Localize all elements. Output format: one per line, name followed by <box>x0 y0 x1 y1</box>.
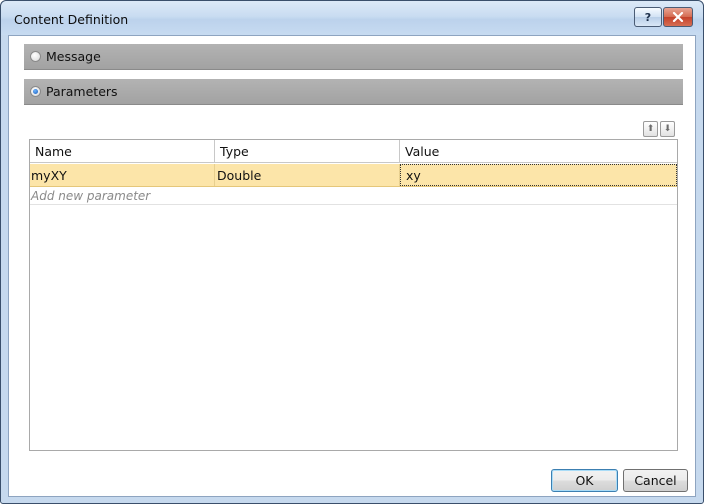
parameters-group-header[interactable]: Parameters <box>24 79 683 105</box>
title-bar[interactable]: Content Definition ? <box>1 1 703 35</box>
window-title: Content Definition <box>14 12 129 27</box>
dialog-window: Content Definition ? Message Parameters … <box>0 0 704 504</box>
grid-header: Name Type Value <box>30 140 677 163</box>
cell-value[interactable]: xy <box>400 164 677 186</box>
parameters-grid[interactable]: Name Type Value myXY Double xy Add new p… <box>29 139 678 451</box>
message-label: Message <box>46 49 101 64</box>
cell-name[interactable]: myXY <box>30 164 215 186</box>
move-down-button[interactable]: ⬇ <box>660 121 675 137</box>
help-icon: ? <box>644 10 652 24</box>
message-group-header[interactable]: Message <box>24 44 683 70</box>
parameters-radio[interactable] <box>30 86 41 97</box>
cell-type[interactable]: Double <box>215 164 400 186</box>
column-header-name[interactable]: Name <box>30 140 215 163</box>
column-header-type[interactable]: Type <box>215 140 400 163</box>
column-header-value[interactable]: Value <box>400 140 677 163</box>
ok-button[interactable]: OK <box>551 469 618 492</box>
close-icon <box>672 12 684 22</box>
close-button[interactable] <box>663 7 693 27</box>
move-up-button[interactable]: ⬆ <box>643 121 658 137</box>
add-new-parameter-row[interactable]: Add new parameter <box>30 188 677 205</box>
table-row[interactable]: myXY Double xy <box>30 164 677 187</box>
parameters-label: Parameters <box>46 84 118 99</box>
arrow-down-icon: ⬇ <box>663 123 672 134</box>
dialog-client-area: Message Parameters ⬆ ⬇ Name Type Value m… <box>8 35 696 497</box>
message-radio[interactable] <box>30 51 41 62</box>
arrow-up-icon: ⬆ <box>646 123 655 134</box>
help-button[interactable]: ? <box>634 7 662 27</box>
cancel-button[interactable]: Cancel <box>623 469 688 492</box>
